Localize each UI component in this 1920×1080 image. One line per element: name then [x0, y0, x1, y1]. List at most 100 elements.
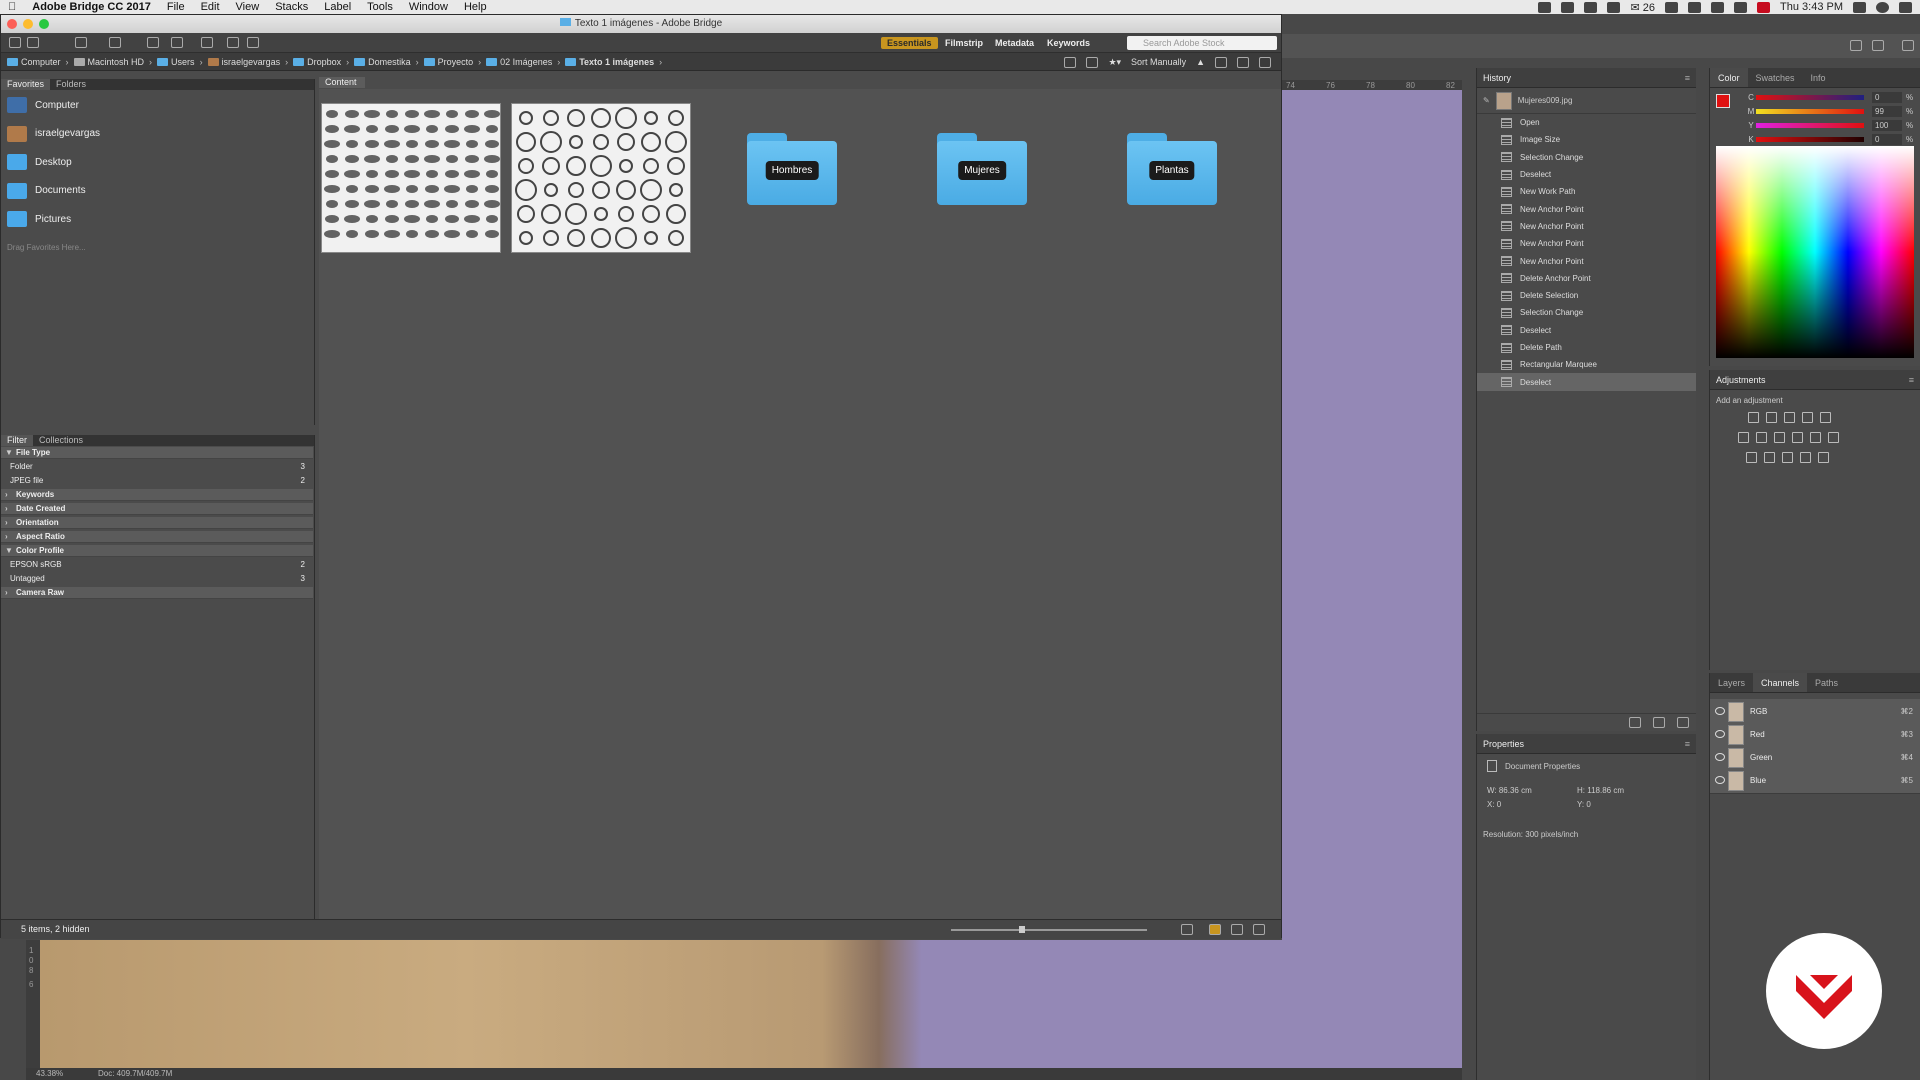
eye-icon[interactable] [1715, 753, 1725, 761]
minimize-icon[interactable] [23, 19, 33, 29]
document-canvas-visible-area[interactable] [40, 940, 1462, 1070]
hue-saturation-icon[interactable] [1738, 432, 1749, 443]
collapsed-triangle-icon[interactable]: › [5, 489, 8, 501]
breadcrumb-dropbox[interactable]: Dropbox [293, 57, 341, 67]
forward-icon[interactable] [27, 37, 39, 48]
sort-dropdown[interactable]: Sort Manually [1131, 57, 1186, 67]
breadcrumb-macintosh-hd[interactable]: Macintosh HD [73, 57, 144, 67]
app-menu[interactable]: Adobe Bridge CC 2017 [24, 0, 159, 14]
filter-category[interactable]: › Camera Raw [1, 587, 313, 599]
history-step[interactable]: Deselect [1477, 322, 1696, 339]
refine-icon[interactable] [171, 37, 183, 48]
posterize-icon[interactable] [1764, 452, 1775, 463]
history-step[interactable]: Deselect [1477, 373, 1696, 391]
quality-icon[interactable] [1064, 56, 1077, 68]
folder-plantas[interactable]: Plantas [1127, 133, 1217, 205]
properties-tab[interactable]: Properties ≡ [1477, 734, 1696, 754]
rotate-icon[interactable] [109, 37, 121, 48]
open-in-camera-raw-icon[interactable] [201, 37, 213, 48]
height-value[interactable]: H: 118.86 cm [1577, 786, 1624, 795]
cyan-slider[interactable]: C 0% [1714, 92, 1918, 104]
airplay-icon[interactable] [1688, 1, 1702, 13]
tab-folders[interactable]: Folders [50, 79, 92, 90]
history-snapshot[interactable]: ✎ Mujeres009.jpg [1477, 88, 1696, 114]
tab-paths[interactable]: Paths [1807, 673, 1846, 692]
magenta-slider[interactable]: M 99% [1714, 106, 1918, 118]
tab-content[interactable]: Content [319, 77, 365, 88]
menu-edit[interactable]: Edit [193, 0, 228, 14]
channel-mixer-icon[interactable] [1810, 432, 1821, 443]
color-lookup-icon[interactable] [1828, 432, 1839, 443]
input-flag-icon[interactable] [1757, 1, 1771, 13]
bridge-titlebar[interactable]: Texto 1 imágenes - Adobe Bridge [1, 15, 1281, 33]
breadcrumb-proyecto[interactable]: Proyecto [423, 57, 473, 67]
star-filter-icon[interactable]: ★▾ [1108, 57, 1121, 68]
panel-menu-icon[interactable]: ≡ [1909, 370, 1914, 390]
zoom-icon[interactable] [39, 19, 49, 29]
close-icon[interactable] [7, 19, 17, 29]
thumbnail-size-slider[interactable] [951, 929, 1147, 931]
volume-icon[interactable] [1734, 1, 1748, 13]
document-canvas[interactable] [1282, 90, 1462, 1070]
threshold-icon[interactable] [1782, 452, 1793, 463]
breadcrumb-imagenes[interactable]: 02 Imágenes [486, 57, 552, 67]
history-step[interactable]: Deselect [1477, 166, 1696, 183]
trash-icon[interactable] [1677, 717, 1689, 728]
invert-icon[interactable] [1746, 452, 1757, 463]
folder-hombres[interactable]: Hombres [747, 133, 837, 205]
filter-option[interactable]: Untagged 3 [1, 573, 313, 585]
view-mode-icon[interactable] [1086, 56, 1099, 68]
clock[interactable]: Thu 3:43 PM [1780, 1, 1843, 13]
breadcrumb-users[interactable]: Users [157, 57, 195, 67]
favorite-item[interactable]: Documents [7, 179, 86, 203]
image-thumbnail-insects[interactable] [321, 103, 501, 253]
expanded-triangle-icon[interactable]: ▼ [5, 545, 13, 557]
panel-menu-icon[interactable]: ≡ [1685, 68, 1690, 88]
slider-value[interactable]: 99 [1872, 106, 1902, 117]
sort-direction-icon[interactable]: ▲ [1196, 57, 1205, 67]
siri-icon[interactable] [1876, 1, 1889, 13]
collapsed-triangle-icon[interactable]: › [5, 531, 8, 543]
tab-swatches[interactable]: Swatches [1748, 68, 1803, 87]
history-step[interactable]: Open [1477, 114, 1696, 131]
history-step[interactable]: Delete Selection [1477, 287, 1696, 304]
breadcrumb-computer[interactable]: Computer [7, 57, 61, 67]
breadcrumb-domestika[interactable]: Domestika [354, 57, 411, 67]
filter-category[interactable]: › Aspect Ratio [1, 531, 313, 543]
record-icon[interactable] [1538, 1, 1552, 13]
history-step[interactable]: Rectangular Marquee [1477, 356, 1696, 373]
tab-channels[interactable]: Channels [1753, 673, 1808, 692]
channel-row[interactable]: Blue ⌘5 [1710, 768, 1920, 794]
creative-cloud-icon[interactable] [1584, 1, 1598, 13]
favorite-item[interactable]: Desktop [7, 150, 72, 174]
y-value[interactable]: Y: 0 [1577, 800, 1591, 809]
filter-category[interactable]: ▼ Color Profile [1, 545, 313, 557]
notification-center-icon[interactable] [1899, 1, 1912, 13]
filter-category[interactable]: › Keywords [1, 489, 313, 501]
workspace-icon[interactable] [1872, 40, 1884, 51]
new-folder-icon[interactable] [1237, 56, 1249, 68]
back-icon[interactable] [9, 37, 21, 48]
list-view-icon[interactable] [1253, 924, 1265, 935]
dropbox-icon[interactable] [1561, 1, 1575, 13]
folder-name[interactable]: Mujeres [958, 161, 1006, 180]
history-step[interactable]: New Work Path [1477, 183, 1696, 200]
workspace-metadata[interactable]: Metadata [989, 37, 1040, 49]
x-value[interactable]: X: 0 [1487, 800, 1501, 809]
menu-stacks[interactable]: Stacks [267, 0, 316, 14]
history-step[interactable]: New Anchor Point [1477, 200, 1696, 217]
slider-track[interactable] [1756, 109, 1864, 114]
history-step[interactable]: New Anchor Point [1477, 235, 1696, 252]
history-step[interactable]: Selection Change [1477, 304, 1696, 321]
menu-view[interactable]: View [228, 0, 268, 14]
spotlight-icon[interactable] [1853, 1, 1866, 13]
apple-icon[interactable]:  [0, 0, 24, 14]
details-view-icon[interactable] [1231, 924, 1243, 935]
slider-track[interactable] [1756, 123, 1864, 128]
history-step[interactable]: Delete Anchor Point [1477, 270, 1696, 287]
eye-icon[interactable] [1715, 776, 1725, 784]
zoom-level[interactable]: 43.38% [36, 1069, 63, 1078]
tab-favorites[interactable]: Favorites [1, 79, 51, 90]
yellow-slider[interactable]: Y 100% [1714, 120, 1918, 132]
image-thumbnail-marine[interactable] [511, 103, 691, 253]
